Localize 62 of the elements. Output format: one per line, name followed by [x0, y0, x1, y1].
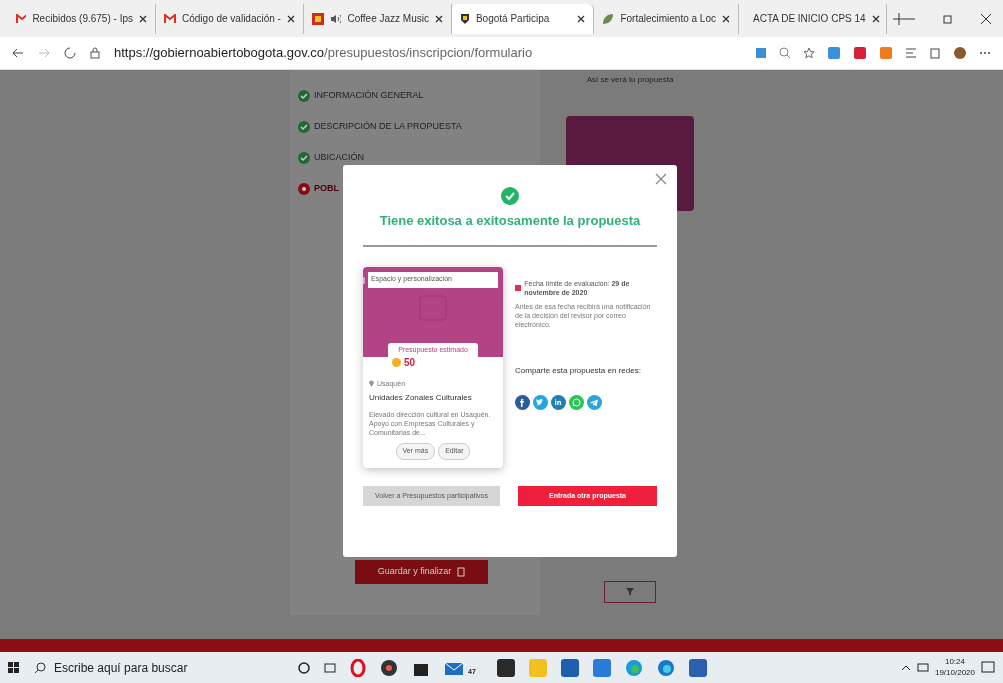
browser-tab[interactable]: Fortalecimiento a Loc — [594, 3, 739, 34]
coin-icon — [392, 358, 401, 367]
extension-icon[interactable] — [827, 46, 841, 60]
star-icon[interactable] — [803, 47, 815, 59]
tab-title: Fortalecimiento a Loc — [620, 12, 716, 26]
step-label[interactable]: DESCRIPCIÓN DE LA PROPUESTA — [314, 119, 462, 134]
url-field[interactable]: https://gobiernoabiertobogota.gov.co/presupuestos/inscripcion/formulario — [114, 43, 533, 63]
taskbar-search-field[interactable]: Escribe aquí para buscar — [34, 658, 284, 677]
music-app-icon — [311, 12, 324, 25]
favorites-icon[interactable] — [905, 47, 917, 59]
cortana-icon[interactable] — [298, 661, 310, 674]
calendar-icon — [515, 284, 522, 292]
browser-icon[interactable] — [656, 658, 675, 677]
success-check-icon — [501, 187, 519, 205]
save-button[interactable]: Guardar y finalizar — [355, 560, 488, 584]
browser-tab[interactable]: Código de validación - — [156, 3, 304, 34]
tab-title: Coffee Jazz Music — [347, 12, 429, 26]
back-icon[interactable] — [12, 47, 24, 59]
lock-icon — [90, 47, 100, 59]
shield-icon — [459, 12, 470, 25]
tab-title: Bogotá Participa — [475, 12, 550, 26]
close-icon[interactable] — [981, 13, 991, 24]
browser-icon[interactable] — [624, 658, 643, 677]
zoom-icon[interactable] — [779, 47, 791, 59]
preview-title: Así se verá tu propuesta — [586, 74, 674, 86]
extension-icon[interactable] — [853, 46, 867, 60]
browser-tab[interactable]: ACTA DE INICIO CPS 14 — [739, 3, 887, 34]
more-icon[interactable] — [979, 51, 991, 55]
windows-start-icon[interactable] — [8, 661, 20, 674]
browser-tab[interactable]: Recibidos (9.675) - Ips — [8, 3, 156, 34]
mail-icon — [164, 13, 176, 24]
document-icon — [457, 567, 466, 577]
leaf-icon — [602, 12, 615, 25]
step-label[interactable]: POBL — [314, 181, 339, 196]
facebook-share-icon[interactable] — [515, 394, 530, 410]
mail-icon — [16, 13, 27, 24]
taskbar-clock[interactable]: 10:24 19/10/2020 — [934, 657, 975, 678]
search-icon — [34, 661, 46, 674]
speaker-icon — [329, 13, 342, 24]
proposal-name: Unidades Zonales Culturales — [369, 392, 473, 404]
share-label: Comparte esta propuesta en redes: — [515, 364, 642, 377]
browser-tab[interactable]: Coffee Jazz Music — [303, 3, 452, 34]
opera-icon[interactable] — [350, 658, 366, 677]
dialog-title: Tiene exitosa a exitosamente la propuesta — [378, 212, 642, 230]
extension-icon[interactable] — [879, 46, 893, 60]
step-label[interactable]: INFORMACIÓN GENERAL — [314, 88, 424, 103]
browser-tab[interactable]: Bogotá Participa — [451, 3, 595, 34]
avatar-icon[interactable] — [953, 46, 967, 60]
linkedin-share-icon[interactable] — [551, 394, 566, 410]
location-pin-icon — [369, 380, 374, 388]
refresh-icon[interactable] — [64, 47, 76, 59]
tab-title: Recibidos (9.675) - Ips — [32, 12, 133, 26]
task-view-icon[interactable] — [324, 661, 336, 674]
filter-icon — [626, 588, 634, 596]
tab-title: Código de validación - — [182, 12, 281, 26]
filter-button[interactable] — [604, 581, 656, 603]
tab-title: ACTA DE INICIO CPS 14 — [753, 12, 866, 26]
telegram-share-icon[interactable] — [587, 394, 602, 410]
media-player-icon[interactable] — [380, 658, 398, 677]
chevron-up-icon[interactable] — [900, 664, 911, 671]
step-label[interactable]: UBICACIÓN — [314, 150, 364, 165]
restore-icon[interactable] — [943, 13, 953, 24]
